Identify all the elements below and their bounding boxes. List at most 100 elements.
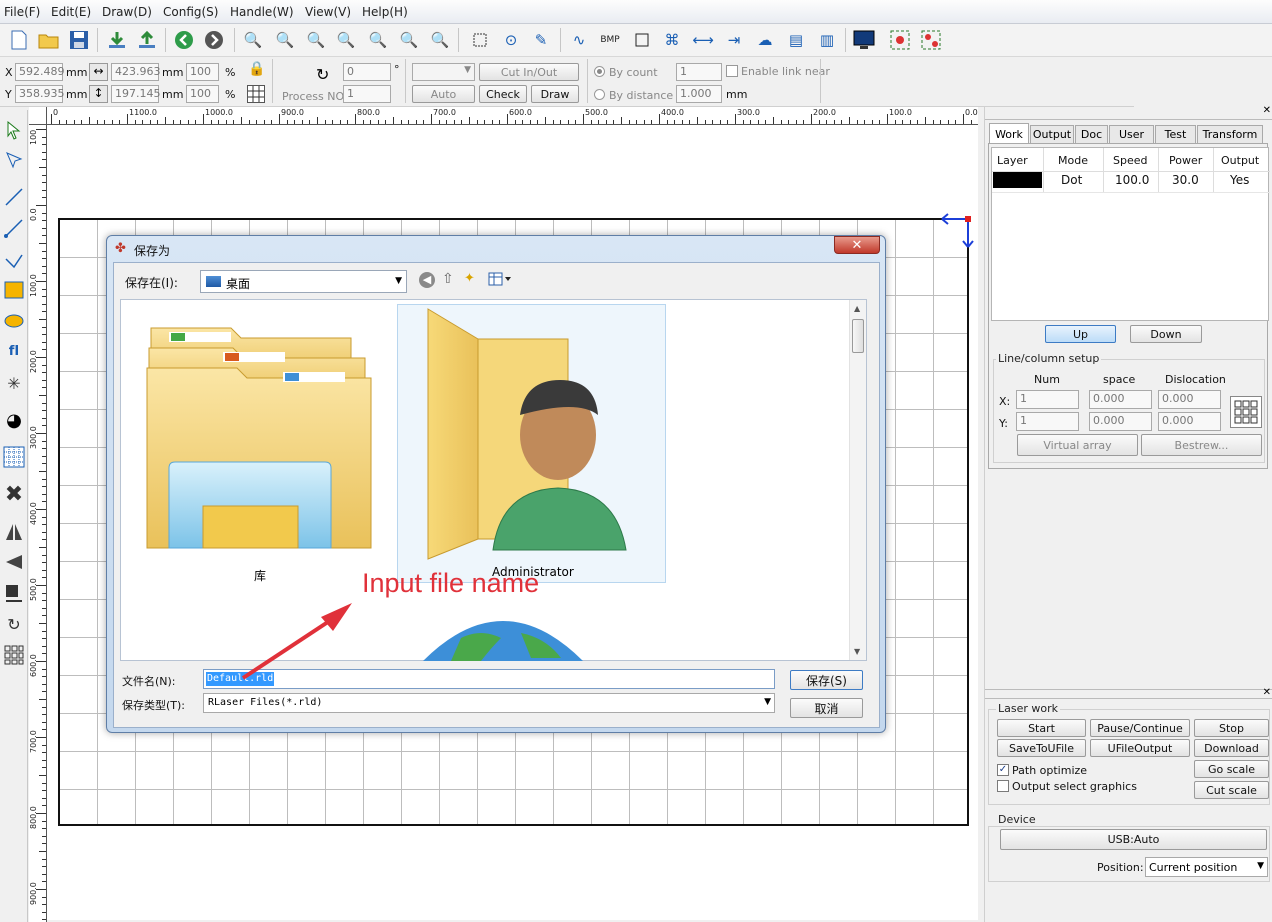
zoom-select-icon[interactable]: 🔍 bbox=[240, 27, 266, 53]
square-icon[interactable] bbox=[629, 27, 655, 53]
cut-in-out-button[interactable]: Cut In/Out bbox=[479, 63, 579, 81]
filetype-select[interactable]: RLaser Files(*.rld) ▼ bbox=[203, 693, 775, 713]
cancel-button[interactable]: 取消 bbox=[790, 698, 863, 718]
menu-edit[interactable]: Edit(E) bbox=[51, 5, 91, 19]
save-icon[interactable] bbox=[66, 27, 92, 53]
by-count-radio[interactable] bbox=[594, 66, 605, 77]
start-button[interactable]: Start bbox=[997, 719, 1086, 737]
ufile-output-button[interactable]: UFileOutput bbox=[1090, 739, 1190, 757]
file-list[interactable]: 库 Administrator ▲ ▼ bbox=[120, 299, 867, 661]
enable-link-near-checkbox[interactable] bbox=[726, 65, 738, 77]
menu-view[interactable]: View(V) bbox=[305, 5, 351, 19]
save-to-ufile-button[interactable]: SaveToUFile bbox=[997, 739, 1086, 757]
laser-panel-close-icon[interactable]: ✕ bbox=[1263, 687, 1271, 698]
scroll-up-icon[interactable]: ▲ bbox=[854, 304, 860, 313]
view-menu-icon[interactable] bbox=[488, 271, 514, 287]
save-button[interactable]: 保存(S) bbox=[790, 670, 863, 690]
select-arrow-icon[interactable] bbox=[2, 118, 26, 142]
tab-output[interactable]: Output bbox=[1030, 125, 1074, 143]
node-edit-icon[interactable]: ⊙ bbox=[498, 27, 524, 53]
y-space-field[interactable]: 0.000 bbox=[1089, 412, 1152, 431]
tab-transform[interactable]: Transform bbox=[1197, 125, 1263, 143]
y-num-field[interactable]: 1 bbox=[1016, 412, 1079, 431]
monitor-icon[interactable] bbox=[851, 27, 877, 53]
draw-button[interactable]: Draw bbox=[531, 85, 579, 103]
rectangle-tool-icon[interactable] bbox=[2, 278, 26, 302]
filename-input[interactable]: Default.rld bbox=[203, 669, 775, 689]
up-folder-icon[interactable]: ⇧ bbox=[442, 271, 454, 287]
scroll-down-icon[interactable]: ▼ bbox=[854, 647, 860, 656]
menu-file[interactable]: File(F) bbox=[4, 5, 40, 19]
x-num-field[interactable]: 1 bbox=[1016, 390, 1079, 409]
lock-icon[interactable]: 🔒 bbox=[248, 61, 265, 81]
zoom-all-icon[interactable]: 🔍 bbox=[365, 27, 391, 53]
process-no-field[interactable]: 1 bbox=[343, 85, 391, 103]
zoom-out-icon[interactable]: 🔍 bbox=[303, 27, 329, 53]
tab-doc[interactable]: Doc bbox=[1075, 125, 1108, 143]
download-button[interactable]: Download bbox=[1194, 739, 1269, 757]
export-icon[interactable] bbox=[134, 27, 160, 53]
dot-tool-icon[interactable]: ✳ bbox=[2, 371, 26, 395]
x-position-field[interactable]: 592.489 bbox=[15, 63, 65, 81]
node-tool-icon[interactable] bbox=[2, 148, 26, 172]
rotate-angle-field[interactable]: 0 bbox=[343, 63, 391, 81]
align-right-icon[interactable]: ⇥ bbox=[721, 27, 747, 53]
cut-scale-button[interactable]: Cut scale bbox=[1194, 781, 1269, 799]
width-lock-icon[interactable]: ↔ bbox=[89, 63, 108, 81]
polyline-tool-icon[interactable] bbox=[2, 216, 26, 240]
zoom-fit-icon[interactable]: 🔍 bbox=[396, 27, 422, 53]
align-tool-icon[interactable] bbox=[2, 581, 26, 605]
array-tool-icon[interactable] bbox=[2, 445, 26, 469]
frame-run-icon[interactable] bbox=[918, 27, 944, 53]
check-button[interactable]: Check bbox=[479, 85, 527, 103]
pen-icon[interactable]: ✎ bbox=[528, 27, 554, 53]
import-icon[interactable] bbox=[104, 27, 130, 53]
height-field[interactable]: 197.145 bbox=[111, 85, 161, 103]
delete-tool-icon[interactable]: ✖ bbox=[2, 482, 26, 507]
zoom-in-icon[interactable]: 🔍 bbox=[272, 27, 298, 53]
tab-test[interactable]: Test bbox=[1155, 125, 1196, 143]
go-scale-button[interactable]: Go scale bbox=[1194, 760, 1269, 778]
bestrew-button[interactable]: Bestrew... bbox=[1141, 434, 1262, 456]
grid-anchor-icon[interactable] bbox=[247, 85, 265, 103]
menu-config[interactable]: Config(S) bbox=[163, 5, 218, 19]
zoom-page-icon[interactable]: 🔍 bbox=[333, 27, 359, 53]
save-in-combo[interactable]: 桌面 ▼ bbox=[200, 270, 407, 293]
line-tool-icon[interactable] bbox=[2, 185, 26, 209]
array-preview-icon[interactable] bbox=[1230, 396, 1262, 428]
pause-continue-button[interactable]: Pause/Continue bbox=[1090, 719, 1190, 737]
curve-tool-icon[interactable] bbox=[2, 247, 26, 271]
undo-icon[interactable] bbox=[171, 27, 197, 53]
frame-icon[interactable] bbox=[887, 27, 913, 53]
up-button[interactable]: Up bbox=[1045, 325, 1116, 343]
y-dislocation-field[interactable]: 0.000 bbox=[1158, 412, 1221, 431]
x-space-field[interactable]: 0.000 bbox=[1089, 390, 1152, 409]
down-button[interactable]: Down bbox=[1130, 325, 1202, 343]
kerf-icon[interactable]: ▤ bbox=[783, 27, 809, 53]
stop-button[interactable]: Stop bbox=[1194, 719, 1269, 737]
zoom-pan-icon[interactable]: 🔍 bbox=[427, 27, 453, 53]
position-select[interactable]: Current position ▼ bbox=[1145, 857, 1268, 877]
weld-icon[interactable]: ☁ bbox=[752, 27, 778, 53]
new-folder-icon[interactable]: ✦ bbox=[464, 271, 475, 286]
open-folder-icon[interactable] bbox=[36, 27, 62, 53]
new-file-icon[interactable] bbox=[6, 27, 32, 53]
x-dislocation-field[interactable]: 0.000 bbox=[1158, 390, 1221, 409]
tab-user[interactable]: User bbox=[1109, 125, 1154, 143]
output-select-graphics-checkbox[interactable] bbox=[997, 780, 1009, 792]
rotate-tool-icon[interactable]: ↻ bbox=[2, 612, 26, 636]
file-list-scrollbar[interactable]: ▲ ▼ bbox=[849, 300, 866, 660]
list-item-library[interactable]: 库 bbox=[133, 308, 395, 586]
tree-icon[interactable]: ⌘ bbox=[659, 27, 685, 53]
width-field[interactable]: 423.963 bbox=[111, 63, 161, 81]
by-count-field[interactable]: 1 bbox=[676, 63, 722, 81]
usb-auto-button[interactable]: USB:Auto bbox=[1000, 829, 1267, 850]
list-item-administrator[interactable]: Administrator bbox=[397, 304, 666, 583]
menu-handle[interactable]: Handle(W) bbox=[230, 5, 294, 19]
auto-button[interactable]: Auto bbox=[412, 85, 475, 103]
back-icon[interactable]: ◀ bbox=[419, 272, 435, 288]
virtual-array-button[interactable]: Virtual array bbox=[1017, 434, 1138, 456]
y-position-field[interactable]: 358.935 bbox=[15, 85, 65, 103]
panel-close-icon[interactable]: ✕ bbox=[1263, 105, 1271, 116]
by-distance-field[interactable]: 1.000 bbox=[676, 85, 722, 103]
